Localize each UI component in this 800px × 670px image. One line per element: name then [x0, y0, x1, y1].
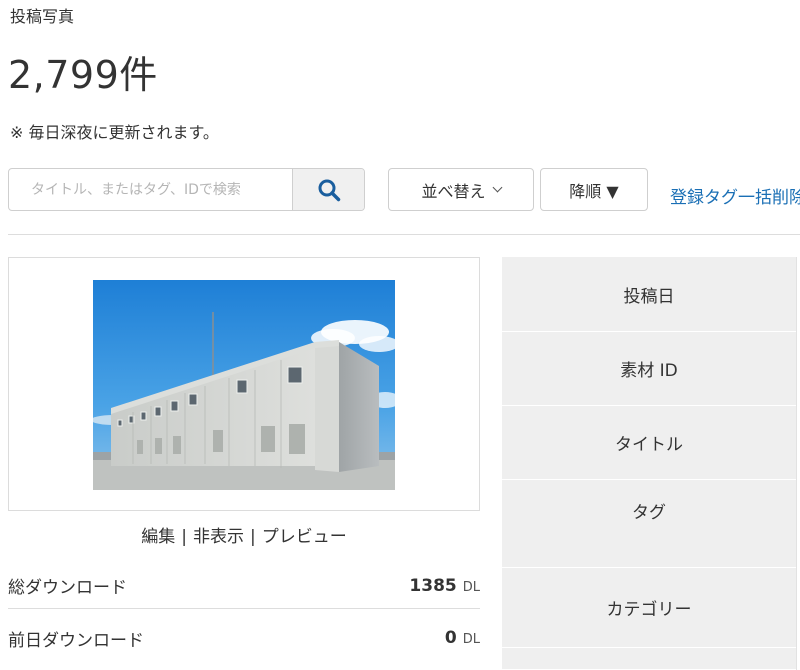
- sort-button[interactable]: 並べ替え: [388, 168, 534, 211]
- sort-button-label: 並べ替え: [421, 181, 486, 201]
- edit-link[interactable]: 編集: [141, 527, 175, 547]
- item-actions: 編集 | 非表示 | プレビュー: [8, 522, 480, 547]
- info-table-edge: [796, 257, 800, 670]
- info-row-title: タイトル: [502, 406, 796, 480]
- search-button[interactable]: [292, 169, 364, 210]
- info-row-next: [502, 648, 796, 670]
- chevron-down-icon: [492, 182, 502, 193]
- total-count: 2,799件: [8, 53, 158, 97]
- previous-day-downloads-row: 前日ダウンロード 0 DL: [8, 615, 480, 661]
- previous-day-downloads-value: 0 DL: [445, 628, 480, 648]
- divider: [8, 234, 800, 235]
- info-row-tags: タグ: [502, 480, 796, 568]
- previous-day-downloads-unit: DL: [462, 632, 480, 647]
- total-downloads-value: 1385 DL: [409, 576, 480, 596]
- total-downloads-label: 総ダウンロード: [8, 578, 127, 598]
- previous-day-downloads-number: 0: [444, 628, 457, 648]
- search-input[interactable]: [9, 169, 294, 210]
- search-box: [8, 168, 365, 211]
- info-table: 投稿日 素材 ID タイトル タグ カテゴリー: [502, 257, 800, 670]
- update-note: ※ 毎日深夜に更新されます。: [10, 123, 219, 142]
- info-row-post-date: 投稿日: [502, 257, 796, 332]
- info-row-category: カテゴリー: [502, 568, 796, 648]
- order-button-label: 降順 ▼: [569, 181, 619, 201]
- bulk-tag-delete-link[interactable]: 登録タグ一括削除: [670, 183, 800, 208]
- total-downloads-unit: DL: [462, 579, 480, 595]
- search-icon: [318, 179, 340, 201]
- action-separator: |: [181, 527, 187, 547]
- total-downloads-number: 1385: [409, 575, 457, 596]
- photo-thumbnail[interactable]: [93, 280, 395, 490]
- info-row-material-id: 素材 ID: [502, 332, 796, 406]
- previous-day-downloads-label: 前日ダウンロード: [8, 630, 144, 651]
- thumbnail-card: [8, 257, 480, 511]
- total-downloads-row: 総ダウンロード 1385 DL: [8, 563, 480, 609]
- order-button[interactable]: 降順 ▼: [540, 168, 648, 211]
- action-separator: |: [250, 527, 256, 547]
- preview-link[interactable]: プレビュー: [262, 527, 347, 547]
- hide-link[interactable]: 非表示: [193, 527, 244, 547]
- section-title: 投稿写真: [10, 7, 75, 26]
